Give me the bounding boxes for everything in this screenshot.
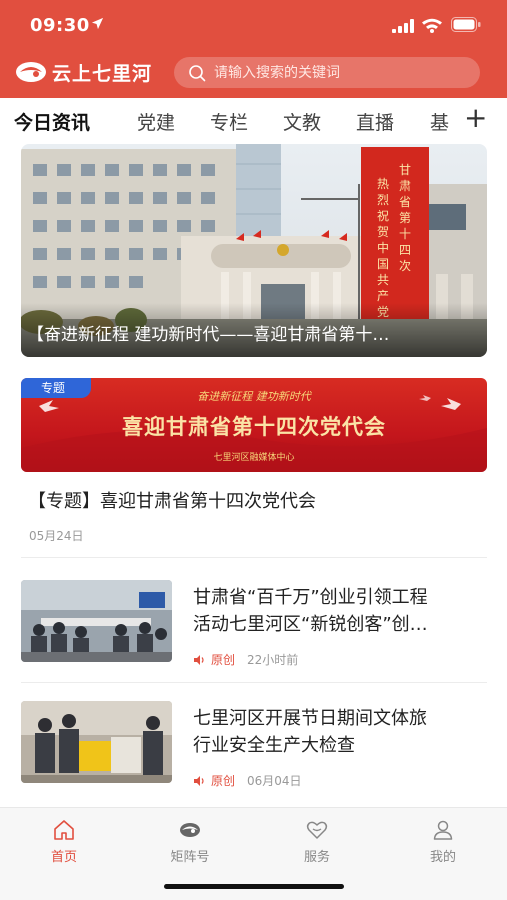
location-arrow-icon: [91, 17, 104, 34]
svg-text:甘: 甘: [399, 163, 411, 177]
news-source: 原创: [211, 653, 236, 667]
add-tab-button[interactable]: +: [464, 104, 487, 132]
svg-text:四: 四: [399, 243, 411, 257]
svg-text:第: 第: [399, 211, 411, 225]
svg-text:肃: 肃: [399, 179, 411, 193]
news-time: 22小时前: [247, 653, 299, 667]
svg-text:共: 共: [377, 273, 389, 287]
battery-icon: [451, 17, 481, 32]
svg-text:次: 次: [399, 259, 411, 273]
news-thumbnail: [21, 701, 172, 783]
feature-banner[interactable]: 专题 奋进新征程 建功新时代 喜迎甘肃省第十四次党代会 七里河区融媒体中心: [21, 378, 487, 472]
news-meta: 原创 22小时前: [193, 651, 298, 668]
news-title-line: 七里河区开展节日期间文体旅: [193, 708, 427, 729]
nav-mine-label: 我的: [429, 850, 456, 865]
tab-party-building[interactable]: 党建: [137, 108, 175, 135]
wifi-icon: [422, 18, 442, 33]
svg-text:产: 产: [377, 289, 389, 303]
search-input[interactable]: [214, 64, 454, 81]
news-title: 七里河区开展节日期间文体旅 行业安全生产大检查: [193, 705, 485, 759]
app-name: 云上七里河: [52, 62, 153, 85]
divider: [21, 557, 487, 558]
tab-live[interactable]: 直播: [356, 108, 394, 135]
svg-text:贺: 贺: [377, 225, 389, 239]
news-item[interactable]: 甘肃省“百千万”创业引领工程 活动七里河区“新锐创客”创… 原创 22小时前: [21, 580, 487, 667]
nav-service[interactable]: 服务: [277, 818, 357, 865]
app-logo: 云上七里河: [14, 58, 152, 86]
news-title-line: 甘肃省“百千万”创业引领工程: [193, 587, 428, 608]
news-title-line: 行业安全生产大检查: [193, 735, 355, 756]
divider: [21, 682, 487, 683]
speaker-icon: [194, 775, 204, 786]
svg-text:省: 省: [399, 195, 411, 209]
speaker-icon: [194, 654, 204, 665]
nav-service-label: 服务: [303, 850, 330, 865]
home-indicator[interactable]: [164, 884, 344, 889]
banner-tagline: 奋进新征程 建功新时代: [197, 390, 311, 403]
news-thumbnail: [21, 580, 172, 662]
search-bar[interactable]: [174, 57, 480, 88]
person-icon: [433, 820, 453, 840]
svg-text:祝: 祝: [377, 209, 389, 223]
nav-mine[interactable]: 我的: [403, 818, 483, 865]
news-item[interactable]: 七里河区开展节日期间文体旅 行业安全生产大检查 原创 06月04日: [21, 701, 487, 788]
nav-home-label: 首页: [50, 850, 77, 865]
svg-text:十: 十: [399, 227, 411, 241]
svg-text:烈: 烈: [377, 193, 389, 207]
tab-column[interactable]: 专栏: [210, 108, 248, 135]
hero-card[interactable]: 甘肃省第十四次 热烈祝贺中国共产党 【奋进新征程 建功新时代——喜迎甘肃省第十…: [21, 144, 487, 357]
hero-caption: 【奋进新征程 建功新时代——喜迎甘肃省第十…: [27, 325, 390, 345]
svg-text:中: 中: [377, 240, 389, 255]
feature-title[interactable]: 【专题】喜迎甘肃省第十四次党代会: [28, 487, 316, 513]
tab-culture-education[interactable]: 文教: [283, 108, 321, 135]
app-header: 09:30 云上七里河: [0, 0, 507, 98]
svg-text:热: 热: [377, 177, 389, 191]
nav-home[interactable]: 首页: [24, 818, 104, 865]
banner-org: 七里河区融媒体中心: [213, 453, 295, 463]
status-time: 09:30: [30, 15, 90, 36]
svg-text:国: 国: [377, 257, 389, 271]
matrix-logo-icon: [180, 823, 200, 837]
news-title-line: 活动七里河区“新锐创客”创…: [193, 614, 428, 635]
news-time: 06月04日: [247, 774, 302, 788]
home-icon: [54, 820, 74, 840]
hero-caption-overlay: 【奋进新征程 建功新时代——喜迎甘肃省第十…: [21, 303, 487, 357]
cloud-bird-logo: [16, 62, 46, 82]
news-source: 原创: [211, 774, 236, 788]
news-meta: 原创 06月04日: [193, 772, 302, 789]
tab-partial[interactable]: 基: [430, 108, 449, 135]
nav-matrix-label: 矩阵号: [170, 850, 210, 865]
news-title: 甘肃省“百千万”创业引领工程 活动七里河区“新锐创客”创…: [193, 584, 485, 638]
signal-icon: [392, 19, 414, 33]
category-tabs: 今日资讯 党建 专栏 文教 直播 基 +: [0, 98, 507, 144]
status-bar: 09:30: [0, 0, 507, 48]
service-heart-icon: [306, 821, 328, 839]
feature-date: 05月24日: [29, 529, 84, 543]
search-icon: [189, 64, 206, 81]
nav-matrix[interactable]: 矩阵号: [150, 818, 230, 865]
tab-today-news[interactable]: 今日资讯: [14, 108, 90, 135]
banner-headline: 喜迎甘肃省第十四次党代会: [122, 414, 386, 439]
